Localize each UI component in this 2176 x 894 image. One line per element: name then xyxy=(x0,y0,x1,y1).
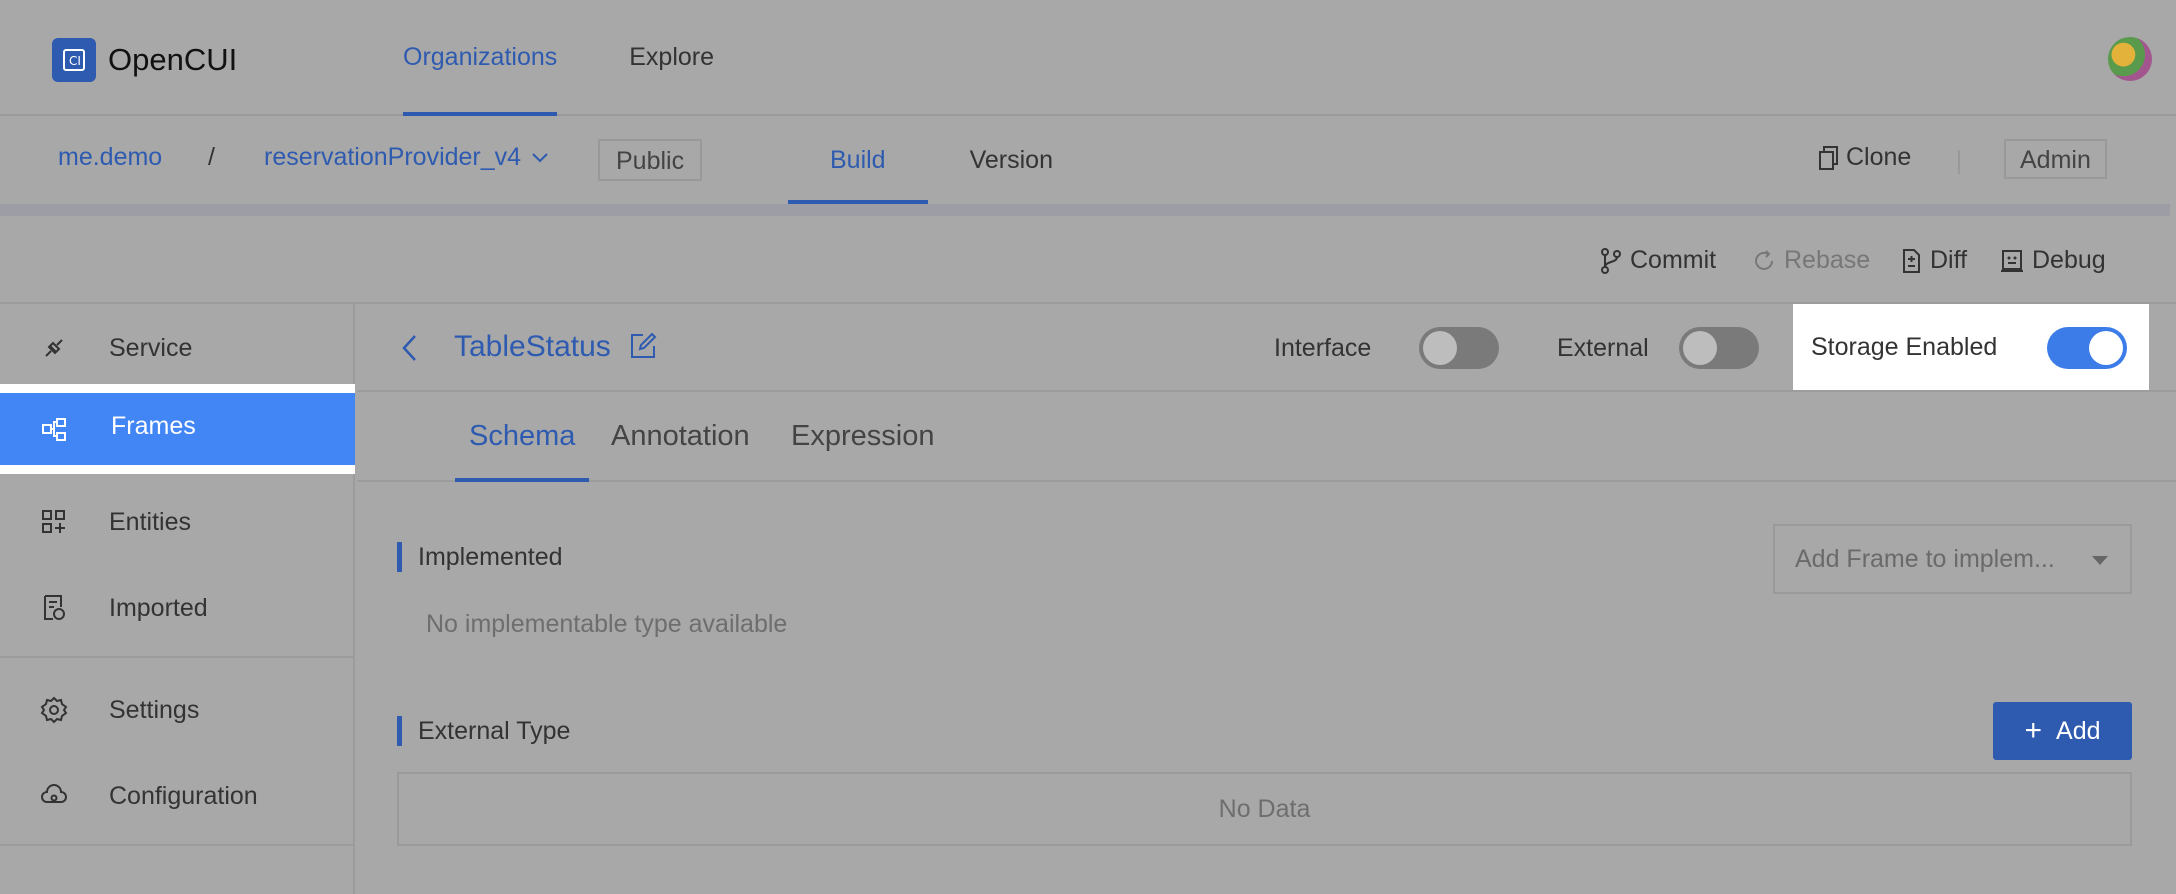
debug-button[interactable]: Debug xyxy=(2000,246,2106,275)
cloud-config-icon xyxy=(41,784,67,803)
interface-label: Interface xyxy=(1274,334,1372,362)
plus-icon: + xyxy=(2024,714,2043,747)
top-header: CI OpenCUI Organizations Explore xyxy=(0,0,2176,116)
sidebar-item-label: Frames xyxy=(111,412,196,440)
frames-icon xyxy=(42,418,66,441)
storage-enabled-group: Storage Enabled xyxy=(1793,304,2149,390)
implemented-section-title: Implemented xyxy=(397,542,563,572)
divider xyxy=(1958,150,1960,174)
gear-icon xyxy=(40,696,68,724)
sidebar-item-label: Configuration xyxy=(109,781,258,810)
select-placeholder: Add Frame to implem... xyxy=(1795,545,2055,573)
sidebar-item-service[interactable]: Service xyxy=(0,326,355,370)
rebase-label: Rebase xyxy=(1784,246,1871,274)
sidebar-divider xyxy=(0,844,354,846)
sidebar-item-label: Imported xyxy=(109,593,208,622)
back-arrow-icon[interactable] xyxy=(399,332,419,364)
project-selector[interactable]: reservationProvider_v4 xyxy=(264,143,549,172)
implement-frame-select[interactable]: Add Frame to implem... xyxy=(1773,524,2132,594)
action-bar: Commit Rebase Diff Debug xyxy=(0,216,2176,304)
sidebar-item-label: Service xyxy=(109,333,193,362)
opencui-logo-icon: CI xyxy=(52,38,96,82)
sidebar: Service Frames Entities Imported Setting… xyxy=(0,304,355,894)
tab-version[interactable]: Version xyxy=(928,116,1095,204)
diff-label: Diff xyxy=(1930,246,1968,274)
frame-title: TableStatus xyxy=(454,330,611,363)
tab-schema[interactable]: Schema xyxy=(455,392,590,482)
diff-button[interactable]: Diff xyxy=(1900,246,1967,275)
imported-icon xyxy=(44,595,65,620)
refresh-icon xyxy=(1755,249,1773,270)
implemented-empty-text: No implementable type available xyxy=(426,610,788,638)
sidebar-item-frames[interactable]: Frames xyxy=(0,384,355,474)
sidebar-divider xyxy=(0,656,354,658)
sidebar-item-imported[interactable]: Imported xyxy=(0,586,355,630)
tab-annotation[interactable]: Annotation xyxy=(611,392,750,482)
storage-enabled-label: Storage Enabled xyxy=(1811,333,1998,361)
tab-expression[interactable]: Expression xyxy=(791,392,934,482)
frame-header: TableStatus Interface External Storage E… xyxy=(357,304,2176,392)
debug-label: Debug xyxy=(2032,246,2106,274)
external-type-empty: No Data xyxy=(397,772,2132,846)
entities-icon xyxy=(42,510,65,533)
app-name: OpenCUI xyxy=(108,42,238,77)
external-toggle[interactable] xyxy=(1679,327,1759,369)
scroll-strip xyxy=(0,204,2170,216)
add-label: Add xyxy=(2056,716,2101,745)
no-data-text: No Data xyxy=(1218,795,1311,823)
sidebar-item-configuration[interactable]: Configuration xyxy=(0,774,355,818)
external-label: External xyxy=(1557,334,1649,362)
project-bar: me.demo / reservationProvider_v4 Public … xyxy=(0,116,2176,204)
clone-label: Clone xyxy=(1846,143,1912,171)
top-nav: Organizations Explore xyxy=(403,0,786,116)
breadcrumb-org[interactable]: me.demo xyxy=(58,143,162,172)
toggle-knob xyxy=(2089,331,2123,365)
sidebar-item-entities[interactable]: Entities xyxy=(0,500,355,544)
commit-button[interactable]: Commit xyxy=(1600,246,1716,275)
toggle-knob xyxy=(1683,331,1717,365)
project-name: reservationProvider_v4 xyxy=(264,143,522,171)
external-type-section-title: External Type xyxy=(397,716,570,746)
storage-enabled-toggle[interactable] xyxy=(2047,327,2127,369)
plug-icon xyxy=(45,339,63,357)
edit-icon[interactable] xyxy=(629,332,657,360)
add-external-type-button[interactable]: + Add xyxy=(1993,702,2132,760)
copy-icon xyxy=(1819,145,1838,170)
commit-label: Commit xyxy=(1630,246,1717,274)
interface-toggle[interactable] xyxy=(1419,327,1499,369)
frame-tabs: Schema Annotation Expression xyxy=(357,392,2176,482)
visibility-badge: Public xyxy=(598,139,703,181)
diff-file-icon xyxy=(1903,248,1920,273)
user-avatar[interactable] xyxy=(2108,37,2152,81)
sidebar-item-label: Entities xyxy=(109,507,191,536)
main-content: TableStatus Interface External Storage E… xyxy=(357,304,2176,894)
git-branch-icon xyxy=(1601,247,1621,274)
app-logo[interactable]: CI OpenCUI xyxy=(52,38,237,82)
svg-text:CI: CI xyxy=(69,54,81,68)
nav-explore[interactable]: Explore xyxy=(629,0,714,116)
rebase-button[interactable]: Rebase xyxy=(1752,246,1870,275)
caret-down-icon xyxy=(2092,556,2108,565)
nav-organizations[interactable]: Organizations xyxy=(403,0,558,116)
clone-button[interactable]: Clone xyxy=(1818,143,1911,172)
breadcrumb-separator: / xyxy=(208,143,215,171)
role-badge[interactable]: Admin xyxy=(2004,139,2107,179)
project-tabs: Build Version xyxy=(788,116,1095,204)
debug-icon xyxy=(2001,249,2023,272)
sidebar-item-settings[interactable]: Settings xyxy=(0,688,355,732)
toggle-knob xyxy=(1423,331,1457,365)
tab-build[interactable]: Build xyxy=(788,116,928,204)
chevron-down-icon xyxy=(532,152,548,162)
sidebar-item-label: Settings xyxy=(109,695,200,724)
